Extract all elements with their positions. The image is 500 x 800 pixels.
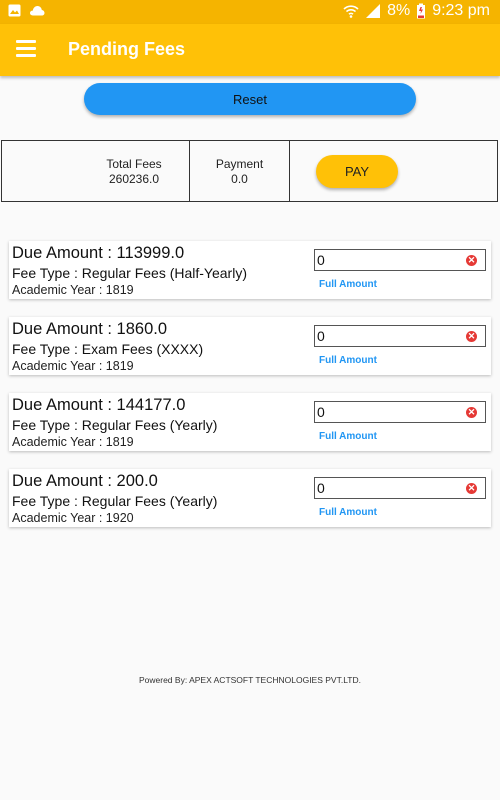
fee-type: Fee Type : Exam Fees (XXXX)	[12, 341, 204, 357]
summary-divider	[289, 141, 290, 201]
payment-cell: Payment 0.0	[192, 157, 287, 187]
signal-icon	[366, 4, 381, 18]
reset-button[interactable]: Reset	[84, 83, 416, 115]
clear-icon[interactable]: ✕	[466, 331, 477, 342]
full-amount-link[interactable]: Full Amount	[319, 279, 377, 290]
status-bar-left	[8, 4, 45, 17]
wifi-icon	[343, 5, 359, 18]
full-amount-link[interactable]: Full Amount	[319, 507, 377, 518]
hamburger-icon[interactable]	[16, 40, 36, 60]
due-amount: Due Amount : 144177.0	[12, 396, 186, 414]
battery-icon	[417, 3, 426, 19]
app-bar: Pending Fees	[0, 24, 500, 76]
fee-card: Due Amount : 200.0 Fee Type : Regular Fe…	[9, 469, 491, 527]
full-amount-link[interactable]: Full Amount	[319, 431, 377, 442]
page-title: Pending Fees	[68, 39, 186, 59]
fee-type: Fee Type : Regular Fees (Yearly)	[12, 493, 218, 509]
payment-label: Payment	[215, 157, 264, 171]
total-fees-cell: Total Fees 260236.0	[84, 157, 184, 187]
amount-input[interactable]	[317, 327, 452, 345]
fee-card: Due Amount : 1860.0 Fee Type : Exam Fees…	[9, 317, 491, 375]
status-bar: 8% 9:23 pm	[0, 0, 500, 24]
fee-type: Fee Type : Regular Fees (Half-Yearly)	[12, 265, 247, 281]
academic-year: Academic Year : 1819	[12, 359, 134, 373]
fee-type: Fee Type : Regular Fees (Yearly)	[12, 417, 218, 433]
amount-field: ✕	[314, 401, 486, 423]
amount-field: ✕	[314, 477, 486, 499]
due-amount: Due Amount : 113999.0	[12, 244, 185, 262]
status-time: 9:23 pm	[432, 2, 490, 19]
amount-input[interactable]	[317, 403, 452, 421]
battery-percent: 8%	[387, 2, 411, 19]
academic-year: Academic Year : 1819	[12, 283, 134, 297]
due-amount: Due Amount : 200.0	[12, 472, 158, 490]
clear-icon[interactable]: ✕	[466, 255, 477, 266]
due-amount: Due Amount : 1860.0	[12, 320, 168, 338]
total-fees-label: Total Fees	[106, 157, 162, 171]
fee-card: Due Amount : 144177.0 Fee Type : Regular…	[9, 393, 491, 451]
cloud-icon	[29, 6, 45, 16]
amount-input[interactable]	[317, 479, 452, 497]
status-bar-right: 8% 9:23 pm	[343, 2, 490, 20]
amount-input[interactable]	[317, 251, 452, 269]
clear-icon[interactable]: ✕	[466, 407, 477, 418]
summary-divider	[189, 141, 190, 201]
fee-card: Due Amount : 113999.0 Fee Type : Regular…	[9, 241, 491, 299]
academic-year: Academic Year : 1920	[12, 511, 134, 525]
gallery-icon	[8, 4, 21, 17]
full-amount-link[interactable]: Full Amount	[319, 355, 377, 366]
clear-icon[interactable]: ✕	[466, 483, 477, 494]
fees-summary: Total Fees 260236.0 Payment 0.0 PAY	[1, 140, 498, 202]
amount-field: ✕	[314, 325, 486, 347]
pay-button[interactable]: PAY	[316, 155, 398, 188]
footer-text: Powered By: APEX ACTSOFT TECHNOLOGIES PV…	[138, 675, 361, 685]
payment-value: 0.0	[231, 172, 248, 186]
total-fees-value: 260236.0	[108, 172, 160, 186]
amount-field: ✕	[314, 249, 486, 271]
academic-year: Academic Year : 1819	[12, 435, 134, 449]
